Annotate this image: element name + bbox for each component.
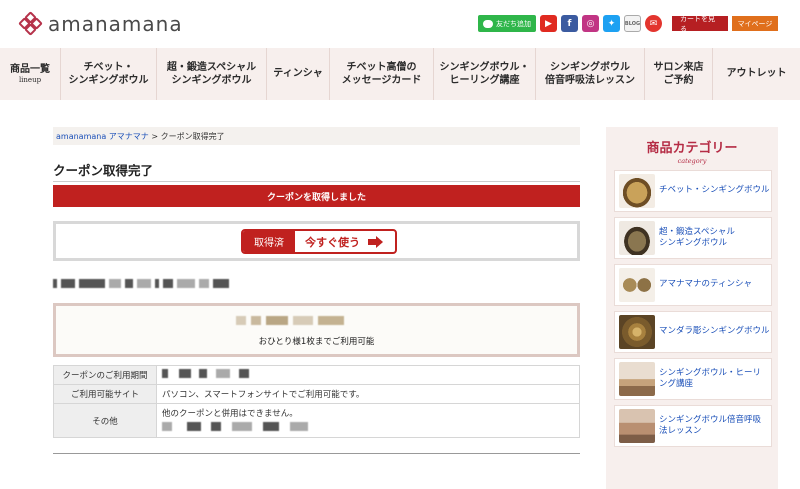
category-item-label: シンギングボウル倍音呼吸 法レッスン [659, 414, 762, 436]
category-item-label: チベット・シンギングボウル [659, 185, 770, 196]
line-add-friend-label: 友だち追加 [496, 19, 531, 28]
nav-item-lineup[interactable]: 商品一覧 lineup [0, 48, 61, 100]
nav-item-special-singing-bowl[interactable]: 超・鍛造スペシャル シンギングボウル [157, 48, 267, 100]
breadcrumb-current: クーポン取得完了 [160, 131, 225, 141]
social-links: 友だち追加 ▶ f ◎ ✦ BLOG ✉ カートを見る マイページ [478, 15, 778, 33]
use-now-label: 今すぐ使う [305, 235, 360, 249]
table-row: クーポンのご利用期間 [53, 365, 580, 385]
nav-item-tibetan-singing-bowl[interactable]: チベット・ シンギングボウル [61, 48, 157, 100]
nav-item-outlet[interactable]: アウトレット [713, 48, 800, 100]
mail-icon[interactable]: ✉ [645, 15, 662, 32]
blog-icon[interactable]: BLOG [624, 15, 641, 32]
facebook-icon[interactable]: f [561, 15, 578, 32]
category-item-label: 超・鍛造スペシャル シンギングボウル [659, 226, 735, 248]
table-row: ご利用可能サイト パソコン、スマートフォンサイトでご利用可能です。 [53, 384, 580, 404]
category-subtitle: category [677, 157, 707, 165]
mypage-button[interactable]: マイページ [732, 16, 778, 31]
category-thumbnail [619, 315, 655, 349]
nav-item-sublabel: lineup [18, 76, 42, 85]
category-item[interactable]: シンギングボウル倍音呼吸 法レッスン [614, 405, 772, 447]
nav-item-healing-course[interactable]: シンギングボウル・ ヒーリング講座 [434, 48, 536, 100]
info-value-other: 他のクーポンと併用はできません。 [156, 403, 580, 438]
info-value: 他のクーポンと併用はできません。 [162, 409, 298, 419]
page-title: クーポン取得完了 [53, 160, 580, 182]
category-thumbnail [619, 174, 655, 208]
category-item[interactable]: チベット・シンギングボウル [614, 170, 772, 212]
nav-item-message-card[interactable]: チベット高僧の メッセージカード [330, 48, 434, 100]
instagram-icon[interactable]: ◎ [582, 15, 599, 32]
coupon-detail-box: おひとり様1枚までご利用可能 [53, 303, 580, 357]
site-header: amanamana 友だち追加 ▶ f ◎ ✦ BLOG ✉ カートを見る マイ… [0, 0, 800, 48]
category-item[interactable]: マンダラ彫シンギングボウル [614, 311, 772, 353]
logo-text: amanamana [48, 12, 183, 36]
nav-item-tingsha[interactable]: ティンシャ [267, 48, 330, 100]
nav-item-breathing-lesson[interactable]: シンギングボウル 倍音呼吸法レッスン [536, 48, 645, 100]
info-value: パソコン、スマートフォンサイトでご利用可能です。 [156, 384, 580, 404]
category-item[interactable]: 超・鍛造スペシャル シンギングボウル [614, 217, 772, 259]
category-list: チベット・シンギングボウル 超・鍛造スペシャル シンギングボウル アマナマナのテ… [614, 170, 772, 452]
info-label: その他 [53, 403, 157, 438]
logo-mark-icon [18, 11, 43, 36]
category-item-label: シンギングボウル・ヒーリ ング講座 [659, 367, 762, 389]
category-thumbnail [619, 409, 655, 443]
info-value-redacted [162, 422, 574, 434]
global-nav: 商品一覧 lineup チベット・ シンギングボウル 超・鍛造スペシャル シンギ… [0, 48, 800, 100]
table-row: その他 他のクーポンと併用はできません。 [53, 403, 580, 438]
divider [53, 453, 580, 454]
coupon-code-redacted [236, 316, 344, 325]
coupon-usage-limit: おひとり様1枚までご利用可能 [258, 337, 375, 347]
line-add-friend-button[interactable]: 友だち追加 [478, 15, 536, 32]
coupon-info-table: クーポンのご利用期間 ご利用可能サイト パソコン、スマートフォンサイトでご利用可… [53, 365, 580, 438]
twitter-icon[interactable]: ✦ [603, 15, 620, 32]
breadcrumb-separator: > [148, 131, 161, 141]
coupon-name-redacted [53, 278, 229, 288]
category-sidebar: 商品カテゴリー category チベット・シンギングボウル 超・鍛造スペシャル… [606, 127, 778, 489]
category-item[interactable]: シンギングボウル・ヒーリ ング講座 [614, 358, 772, 400]
acquired-badge: 取得済 [243, 231, 295, 252]
category-item-label: マンダラ彫シンギングボウル [659, 326, 770, 337]
category-thumbnail [619, 362, 655, 396]
use-coupon-box: 取得済 今すぐ使う [53, 221, 580, 261]
category-item[interactable]: アマナマナのティンシャ [614, 264, 772, 306]
use-now-button[interactable]: 取得済 今すぐ使う [241, 229, 397, 254]
line-icon [483, 19, 493, 28]
blog-icon-label: BLOG [624, 20, 641, 27]
category-item-label: アマナマナのティンシャ [659, 279, 752, 290]
view-cart-button[interactable]: カートを見る [672, 15, 728, 33]
category-thumbnail [619, 221, 655, 255]
category-title: 商品カテゴリー [646, 141, 738, 156]
category-thumbnail [619, 268, 655, 302]
nav-item-label: 商品一覧 [10, 63, 50, 75]
nav-item-salon-reservation[interactable]: サロン来店 ご予約 [645, 48, 713, 100]
info-label: ご利用可能サイト [53, 384, 157, 404]
coupon-acquired-banner: クーポンを取得しました [53, 185, 580, 207]
breadcrumb-home-link[interactable]: amanamana アマナマナ [56, 131, 149, 142]
site-logo[interactable]: amanamana [18, 11, 183, 36]
youtube-icon[interactable]: ▶ [540, 15, 557, 32]
info-label: クーポンのご利用期間 [53, 365, 157, 385]
breadcrumb: amanamana アマナマナ > クーポン取得完了 [53, 127, 580, 145]
info-value-period [156, 365, 580, 385]
